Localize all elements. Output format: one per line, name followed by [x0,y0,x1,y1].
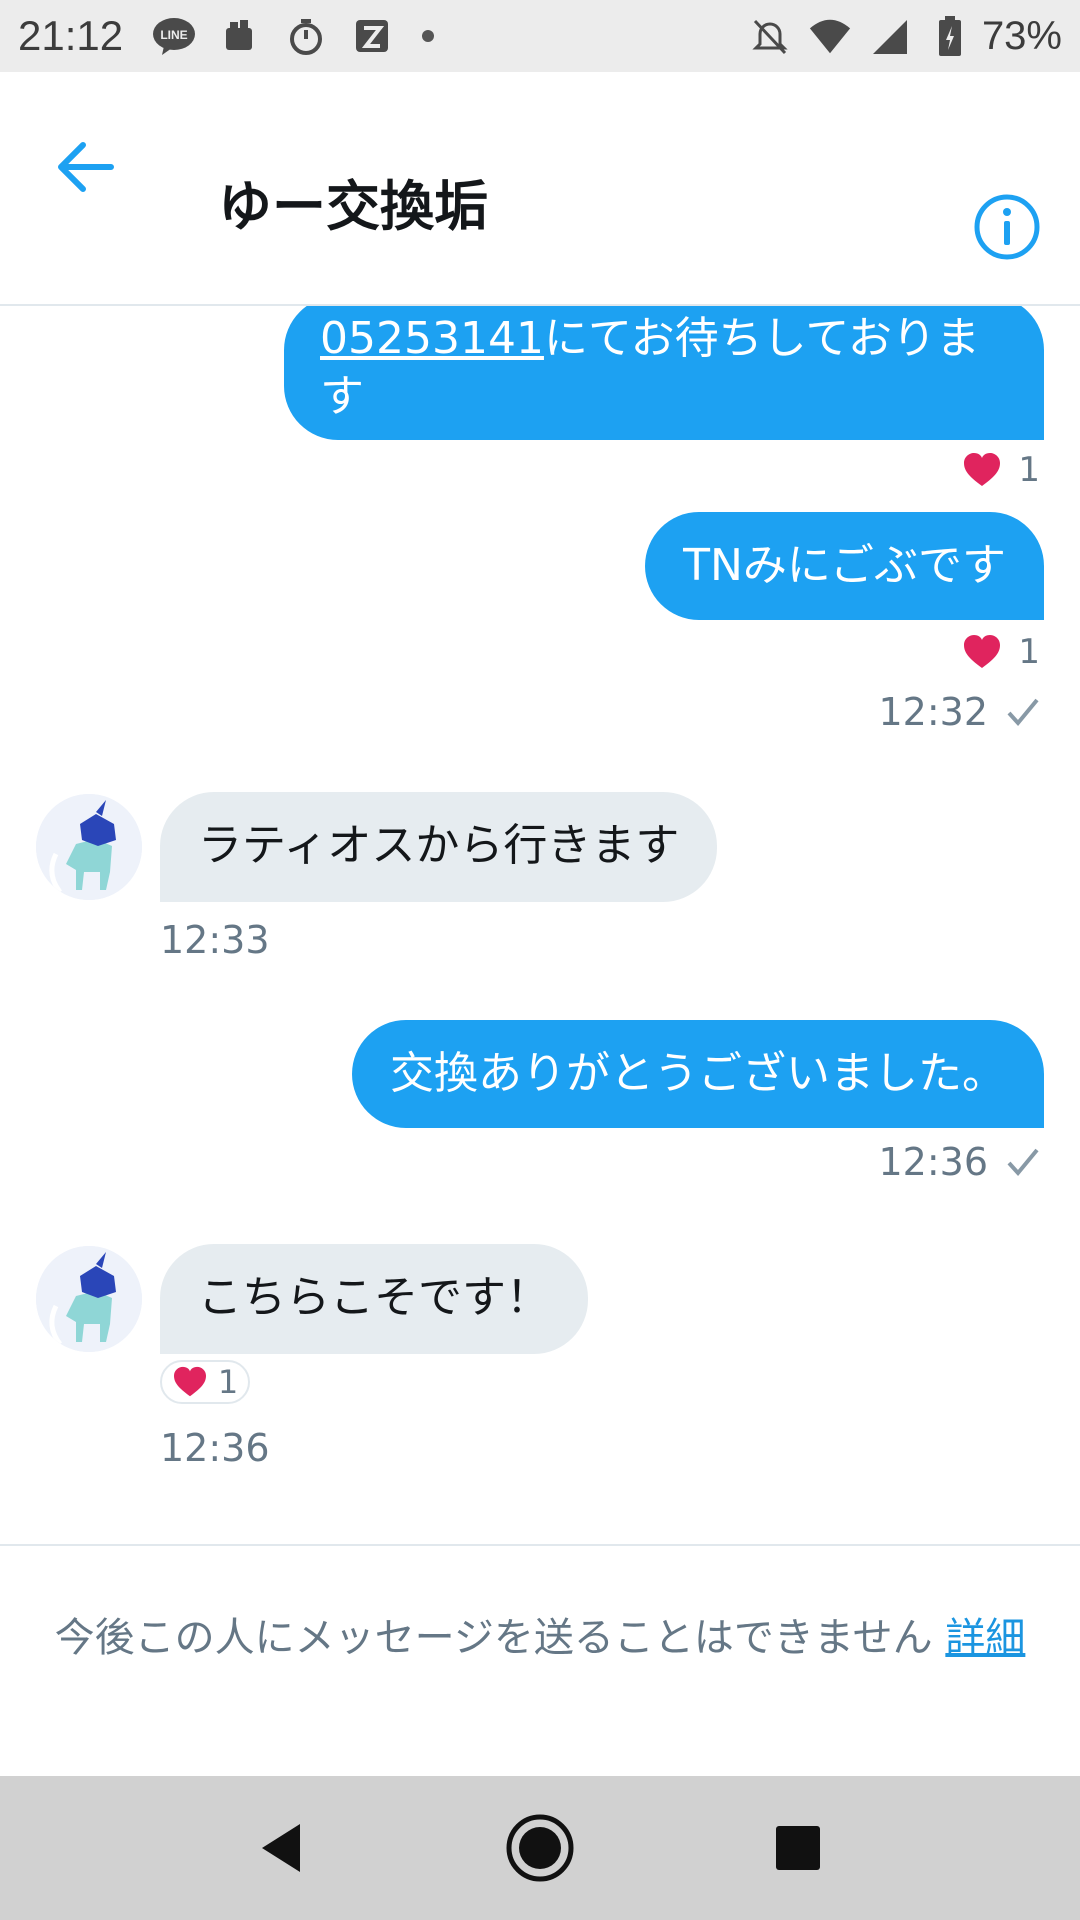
message-timestamp: 12:33 [160,918,270,962]
triangle-back-icon [262,1824,300,1872]
reaction[interactable]: 1 [962,450,1040,490]
square-recents-icon [776,1826,820,1870]
conversation-header: ゆー交換垢 [0,72,1080,306]
nav-home-button[interactable] [504,1812,576,1884]
message-bubble-out[interactable]: TNみにごぶです [645,512,1044,620]
message-list[interactable]: 05253141にてお待ちしておりま す 1 TNみにごぶです 1 12:32 … [0,306,1080,1544]
timestamp-text: 12:36 [878,1140,988,1184]
reaction[interactable]: 1 [160,1360,250,1404]
back-button[interactable] [50,132,120,202]
timer-icon [284,14,328,58]
home-circle-icon [506,1814,574,1882]
line-icon: LINE [152,14,196,58]
checkmark-icon [1007,698,1039,727]
info-icon [974,194,1040,260]
reaction-count: 1 [217,1363,239,1401]
arrow-left-icon [58,142,114,192]
notification-icon [218,14,262,58]
reaction-count: 1 [1018,450,1040,490]
details-link[interactable]: 詳細 [945,1615,1025,1661]
navigation-bar [0,1776,1080,1920]
avatar[interactable] [36,794,142,900]
avatar[interactable] [36,1246,142,1352]
message-text: TNみにごぶです [683,540,1006,591]
message-text: ラティオスから行きます [198,820,680,871]
nav-back-button[interactable] [246,1812,318,1884]
reaction-count: 1 [1018,632,1040,672]
notice-text: 今後この人にメッセージを送ることはできません [54,1615,933,1661]
signal-icon [868,14,912,58]
app-icon [350,14,394,58]
heart-icon [964,635,1001,668]
notice-text-container: 今後この人にメッセージを送ることはできません 詳細 [40,1610,1040,1666]
message-timestamp: 12:36 [160,1426,270,1470]
timestamp-text: 12:32 [878,690,988,734]
status-bar: 21:12 LINE 73% [0,0,1080,72]
message-timestamp: 12:32 [878,690,1040,734]
message-text-cont: す [320,371,364,422]
checkmark-icon [1007,1148,1039,1177]
dot-icon [422,30,434,42]
message-bubble-in[interactable]: ラティオスから行きます [160,792,718,902]
message-bubble-in[interactable]: こちらこそです！ [160,1244,588,1354]
svg-text:LINE: LINE [160,28,187,42]
message-link[interactable]: 05253141 [320,313,544,364]
message-text: 交換ありがとうございました。 [390,1048,1006,1099]
message-bubble-out[interactable]: 05253141にてお待ちしておりま す [284,306,1044,440]
heart-icon [964,453,1001,486]
info-button[interactable] [972,192,1042,262]
conversation-title: ゆー交換垢 [218,175,488,238]
reaction[interactable]: 1 [962,632,1040,672]
battery-percent: 73% [981,13,1062,58]
status-time: 21:12 [18,12,124,59]
message-timestamp: 12:36 [878,1140,1040,1184]
message-text: にてお待ちしておりま [543,313,980,364]
message-text: こちらこそです！ [198,1272,550,1323]
mute-icon [748,14,792,58]
battery-icon [928,14,972,58]
dm-disabled-notice: 今後この人にメッセージを送ることはできません 詳細 [0,1544,1080,1778]
message-bubble-out[interactable]: 交換ありがとうございました。 [352,1020,1044,1128]
heart-icon [173,1366,206,1397]
wifi-icon [808,14,852,58]
nav-recents-button[interactable] [762,1812,834,1884]
